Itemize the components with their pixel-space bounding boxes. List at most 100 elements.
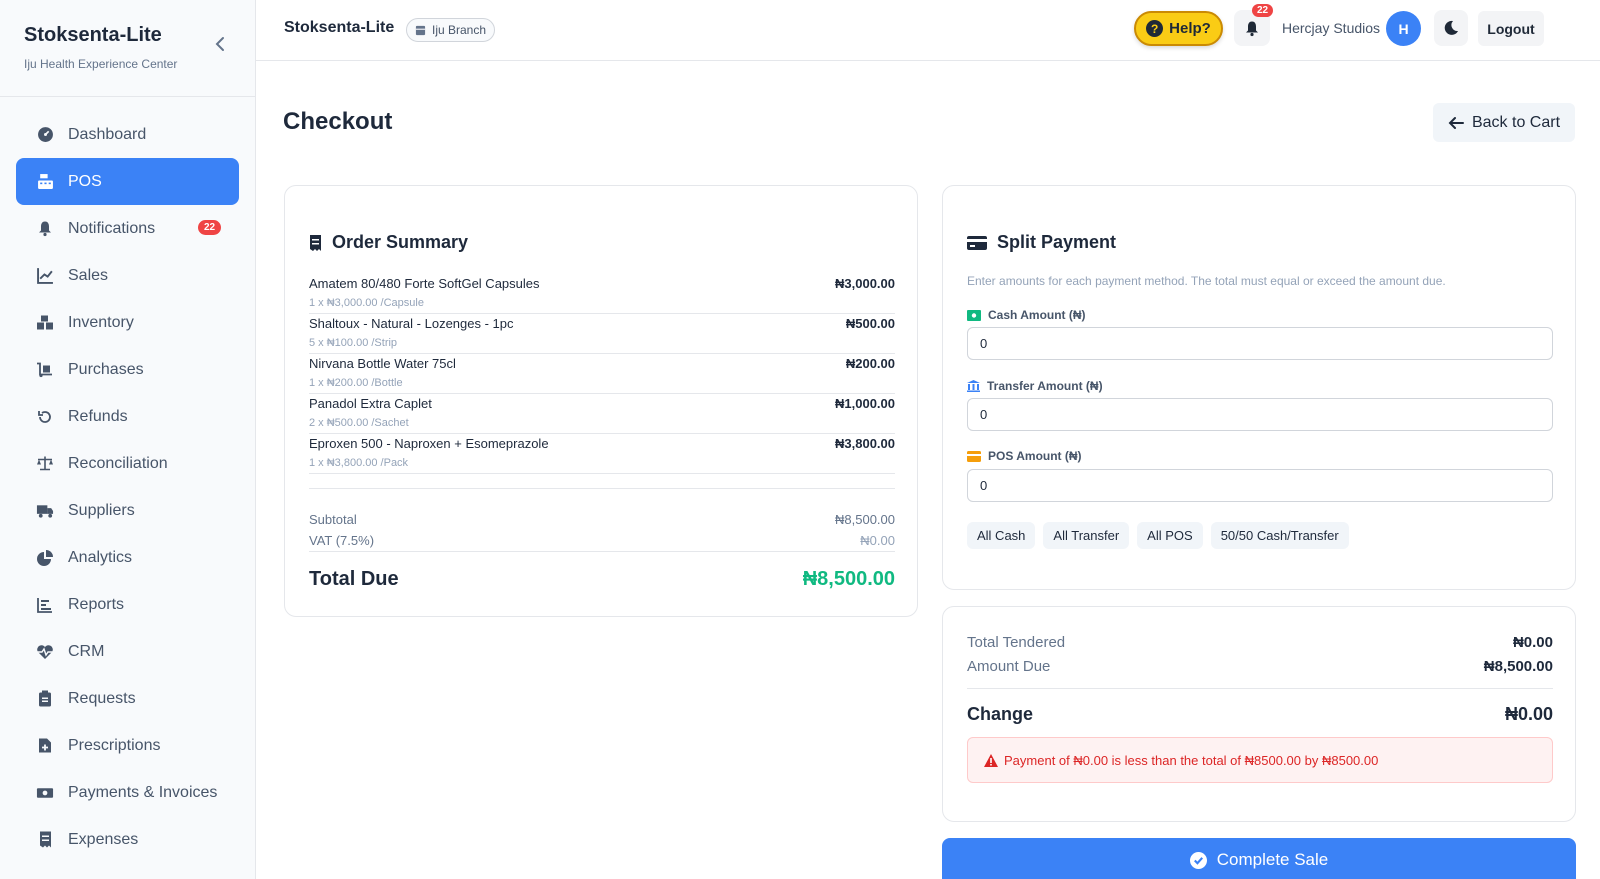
total-tendered-row: Total Tendered ₦0.00 — [967, 634, 1553, 651]
total-tendered-label: Total Tendered — [967, 634, 1066, 651]
sidebar-item-purchases[interactable]: Purchases — [16, 346, 239, 393]
amount-due-value: ₦8,500.00 — [1483, 658, 1553, 675]
change-value: ₦0.00 — [1504, 704, 1553, 724]
amount-due-label: Amount Due — [967, 658, 1051, 675]
all-cash-button[interactable]: All Cash — [967, 522, 1036, 549]
item-detail: 5 x ₦100.00 /Strip — [309, 337, 398, 349]
sidebar-item-dashboard[interactable]: Dashboard — [16, 111, 239, 158]
transfer-amount-input[interactable] — [967, 398, 1553, 431]
back-label: Back to Cart — [1471, 113, 1561, 131]
vat-label: VAT (7.5%) — [309, 533, 375, 548]
sidebar-item-label: Sales — [68, 266, 109, 284]
heartbeat-icon — [36, 643, 54, 661]
vat-row: VAT (7.5%) ₦0.00 — [309, 533, 895, 548]
theme-toggle-button[interactable] — [1434, 10, 1468, 46]
sidebar-item-reports[interactable]: Reports — [16, 581, 239, 628]
item-amount: ₦3,800.00 — [835, 436, 895, 451]
item-name: Nirvana Bottle Water 75cl — [309, 356, 456, 371]
chart-line-icon — [36, 267, 54, 285]
amount-due-row: Amount Due ₦8,500.00 — [967, 658, 1553, 675]
cash-amount-input[interactable] — [967, 327, 1553, 360]
credit-card-icon — [967, 235, 987, 250]
vat-value: ₦0.00 — [860, 533, 895, 548]
total-tendered-value: ₦0.00 — [1512, 634, 1553, 651]
header-title: Stoksenta-Lite — [284, 19, 395, 36]
money-icon — [36, 784, 54, 802]
list-item: Shaltoux - Natural - Lozenges - 1pc 5 x … — [309, 314, 895, 354]
divider — [309, 551, 895, 552]
sidebar-item-suppliers[interactable]: Suppliers — [16, 487, 239, 534]
sidebar-item-prescriptions[interactable]: Prescriptions — [16, 722, 239, 769]
moon-icon — [1444, 20, 1458, 35]
sidebar-item-expenses[interactable]: Expenses — [16, 816, 239, 863]
truck-icon — [36, 502, 54, 520]
item-detail: 2 x ₦500.00 /Sachet — [309, 417, 409, 429]
all-transfer-button[interactable]: All Transfer — [1043, 522, 1130, 549]
card-icon — [967, 450, 981, 462]
cash-label-text: Cash Amount (₦) — [988, 308, 1086, 322]
list-item: Amatem 80/480 Forte SoftGel Capsules 1 x… — [309, 274, 895, 314]
notifications-badge: 22 — [198, 220, 222, 235]
alert-text: Payment of ₦0.00 is less than the total … — [1004, 752, 1379, 768]
item-detail: 1 x ₦200.00 /Bottle — [309, 377, 403, 389]
split-50-50-button[interactable]: 50/50 Cash/Transfer — [1210, 522, 1349, 549]
sidebar-item-label: Notifications — [68, 219, 156, 237]
sidebar-item-pos[interactable]: POS — [16, 158, 239, 205]
item-amount: ₦200.00 — [845, 356, 895, 371]
store-name: Iju Health Experience Center — [24, 57, 178, 71]
subtotal-label: Subtotal — [309, 512, 357, 527]
item-detail: 1 x ₦3,800.00 /Pack — [309, 457, 409, 469]
order-summary-card: Order Summary Amatem 80/480 Forte SoftGe… — [284, 185, 918, 617]
sidebar-item-analytics[interactable]: Analytics — [16, 534, 239, 581]
bank-icon — [967, 380, 980, 392]
list-item: Nirvana Bottle Water 75cl 1 x ₦200.00 /B… — [309, 354, 895, 394]
divider — [967, 688, 1553, 689]
back-to-cart-button[interactable]: Back to Cart — [1433, 103, 1575, 142]
help-button[interactable]: ? Help? — [1134, 11, 1223, 46]
list-item: Eproxen 500 - Naproxen + Esomeprazole 1 … — [309, 434, 895, 474]
undo-icon — [36, 408, 54, 426]
sidebar-item-label: Requests — [68, 689, 136, 707]
complete-sale-button[interactable]: Complete Sale — [942, 838, 1576, 879]
sidebar-item-notifications[interactable]: Notifications 22 — [16, 205, 239, 252]
sidebar-item-sales[interactable]: Sales — [16, 252, 239, 299]
item-name: Eproxen 500 - Naproxen + Esomeprazole — [309, 436, 549, 451]
order-summary-label: Order Summary — [332, 232, 469, 252]
sidebar-brand: Stoksenta-Lite Iju Health Experience Cen… — [0, 0, 255, 97]
sidebar-item-requests[interactable]: Requests — [16, 675, 239, 722]
sidebar-item-payments-invoices[interactable]: Payments & Invoices — [16, 769, 239, 816]
sidebar-item-label: POS — [68, 172, 102, 190]
cash-amount-label: Cash Amount (₦) — [967, 308, 1086, 322]
dashboard-icon — [36, 126, 54, 144]
branch-badge: Iju Branch — [406, 18, 496, 42]
sidebar-item-label: Refunds — [68, 407, 128, 425]
cash-register-icon — [36, 173, 54, 191]
subtotal-value: ₦8,500.00 — [835, 512, 895, 527]
pos-amount-input[interactable] — [967, 469, 1553, 502]
split-payment-label: Split Payment — [997, 232, 1117, 252]
avatar[interactable]: H — [1386, 11, 1421, 46]
sidebar-item-refunds[interactable]: Refunds — [16, 393, 239, 440]
subtotal-row: Subtotal ₦8,500.00 — [309, 512, 895, 527]
bell-icon — [1246, 21, 1258, 36]
pie-chart-icon — [36, 549, 54, 567]
sidebar-item-label: Analytics — [68, 548, 133, 566]
sidebar-item-reconciliation[interactable]: Reconciliation — [16, 440, 239, 487]
list-item: Panadol Extra Caplet 2 x ₦500.00 /Sachet… — [309, 394, 895, 434]
quick-fill-buttons: All Cash All Transfer All POS 50/50 Cash… — [967, 522, 1349, 549]
sidebar-item-label: Dashboard — [68, 125, 147, 143]
collapse-sidebar-icon[interactable] — [211, 34, 231, 54]
app-title: Stoksenta-Lite — [24, 24, 162, 46]
item-detail: 1 x ₦3,000.00 /Capsule — [309, 297, 424, 309]
payment-shortfall-alert: Payment of ₦0.00 is less than the total … — [967, 737, 1553, 783]
receipt-icon — [310, 234, 321, 251]
complete-sale-label: Complete Sale — [1216, 850, 1329, 869]
all-pos-button[interactable]: All POS — [1137, 522, 1203, 549]
sidebar-item-label: Payments & Invoices — [68, 783, 218, 801]
logout-button[interactable]: Logout — [1478, 11, 1544, 46]
sidebar-item-inventory[interactable]: Inventory — [16, 299, 239, 346]
item-name: Shaltoux - Natural - Lozenges - 1pc — [309, 316, 514, 331]
divider — [309, 488, 895, 489]
transfer-label-text: Transfer Amount (₦) — [987, 379, 1103, 393]
sidebar-item-crm[interactable]: CRM — [16, 628, 239, 675]
